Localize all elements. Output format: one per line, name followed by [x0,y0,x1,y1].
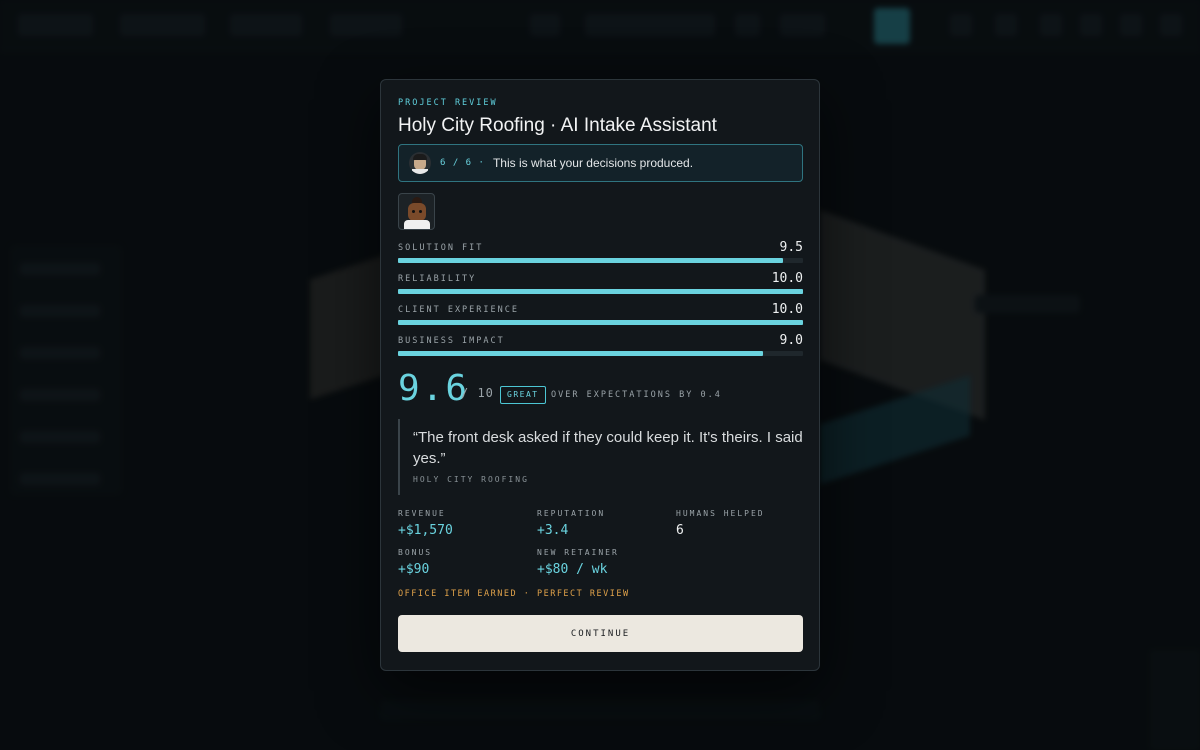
metric-bar-fill [398,320,803,325]
continue-button[interactable]: CONTINUE [398,615,803,652]
metric-bar-fill [398,258,783,263]
score-max: / 10 [461,386,494,400]
metric-bar [398,258,803,263]
metric-solution-fit: SOLUTION FIT 9.5 [398,240,803,265]
metric-reliability: RELIABILITY 10.0 [398,271,803,296]
metric-client-experience: CLIENT EXPERIENCE 10.0 [398,302,803,327]
stat-label: NEW RETAINER [537,548,619,557]
progress-step: 6 / 6 · [440,158,485,168]
stat-new-retainer: NEW RETAINER +$80 / wk [537,548,619,577]
metric-bar [398,320,803,325]
quote-text: “The front desk asked if they could keep… [413,429,803,467]
metric-label: SOLUTION FIT [398,243,484,253]
score-badge: GREAT [500,386,546,404]
score-note: OVER EXPECTATIONS BY 0.4 [551,390,722,400]
metric-value: 10.0 [771,302,803,317]
metric-bar-fill [398,289,803,294]
score-value: 9.6 [398,368,470,409]
stat-label: BONUS [398,548,433,557]
modal-title: Holy City Roofing · AI Intake Assistant [398,115,717,136]
quote-source: HOLY CITY ROOFING [413,475,529,484]
stat-value: +$80 / wk [537,562,608,577]
metric-label: CLIENT EXPERIENCE [398,305,519,315]
stat-bonus: BONUS +$90 [398,548,432,577]
metric-business-impact: BUSINESS IMPACT 9.0 [398,333,803,358]
metric-bar [398,289,803,294]
client-quote: “The front desk asked if they could keep… [398,419,803,495]
stat-value: +$1,570 [398,523,453,538]
stat-reputation: REPUTATION +3.4 [537,509,605,538]
metric-label: RELIABILITY [398,274,477,284]
reward-note: OFFICE ITEM EARNED · PERFECT REVIEW [398,589,630,599]
metric-bar-fill [398,351,763,356]
stat-label: HUMANS HELPED [676,509,765,518]
metric-value: 10.0 [771,271,803,286]
client-avatar [398,193,435,230]
metric-label: BUSINESS IMPACT [398,336,505,346]
metric-value: 9.0 [779,333,803,348]
stat-value: 6 [676,523,684,538]
metric-value: 9.5 [779,240,803,255]
stat-label: REPUTATION [537,509,606,518]
progress-banner: 6 / 6 · This is what your decisions prod… [398,144,803,182]
modal-eyebrow: PROJECT REVIEW [398,98,498,108]
project-review-modal: PROJECT REVIEW Holy City Roofing · AI In… [380,79,820,671]
overall-score: 9.6 / 10 GREAT OVER EXPECTATIONS BY 0.4 [398,368,803,409]
stat-value: +$90 [398,562,430,577]
progress-message: This is what your decisions produced. [492,156,694,170]
stat-label: REVENUE [398,509,446,518]
stat-revenue: REVENUE +$1,570 [398,509,453,538]
stat-humans-helped: HUMANS HELPED 6 [676,509,765,538]
advisor-avatar [409,152,431,174]
stat-value: +3.4 [537,523,569,538]
metric-bar [398,351,803,356]
